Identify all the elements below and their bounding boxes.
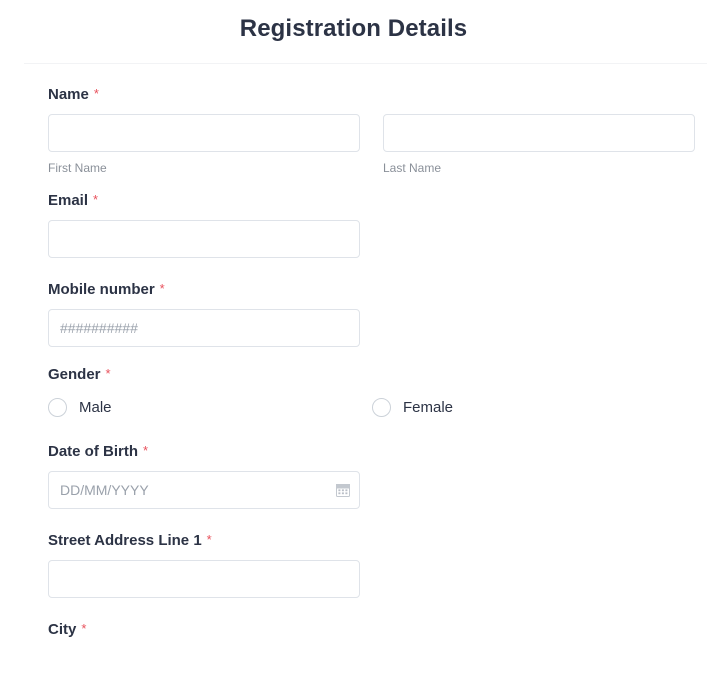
street-columns xyxy=(48,560,707,598)
label-gender: Gender * xyxy=(48,366,111,383)
dob-column xyxy=(48,471,360,509)
field-city: City * xyxy=(0,620,707,639)
first-name-input[interactable] xyxy=(48,114,360,152)
registration-form-card: Registration Details Name * First Name La… xyxy=(0,0,707,677)
label-name: Name * xyxy=(48,86,99,103)
email-field[interactable] xyxy=(48,220,360,258)
form-header: Registration Details xyxy=(0,0,707,63)
mobile-number-input[interactable] xyxy=(48,309,360,347)
gender-option-female-label: Female xyxy=(403,399,454,416)
required-asterisk: * xyxy=(93,192,99,207)
label-mobile-number: Mobile number * xyxy=(48,281,165,298)
name-columns: First Name Last Name xyxy=(48,114,707,175)
gender-radio-group: Male Female xyxy=(48,398,707,417)
required-asterisk: * xyxy=(206,532,212,547)
last-name-input[interactable] xyxy=(383,114,695,152)
header-divider xyxy=(24,63,707,64)
label-date-of-birth: Date of Birth * xyxy=(48,443,149,460)
required-asterisk: * xyxy=(105,366,111,381)
form-body: Name * First Name Last Name Email * Mobi… xyxy=(0,63,707,639)
date-input-wrapper xyxy=(48,471,360,509)
gender-option-male[interactable]: Male xyxy=(48,398,372,417)
street-column xyxy=(48,560,360,598)
email-columns xyxy=(48,220,707,258)
street-address-line-1-input[interactable] xyxy=(48,560,360,598)
gender-option-female[interactable]: Female xyxy=(372,398,696,417)
label-email: Email * xyxy=(48,192,99,209)
last-name-sublabel: Last Name xyxy=(383,161,442,175)
last-name-column: Last Name xyxy=(383,114,695,175)
page-title: Registration Details xyxy=(239,15,468,43)
first-name-column: First Name xyxy=(48,114,360,175)
required-asterisk: * xyxy=(143,443,149,458)
field-street-address-line-1: Street Address Line 1 * xyxy=(0,531,707,598)
radio-circle-icon[interactable] xyxy=(48,398,67,417)
dob-columns xyxy=(48,471,707,509)
mobile-column xyxy=(48,309,360,347)
gender-option-male-label: Male xyxy=(79,399,112,416)
field-date-of-birth: Date of Birth * xyxy=(0,442,707,509)
date-of-birth-input[interactable] xyxy=(48,471,360,509)
field-mobile-number: Mobile number * xyxy=(0,280,707,347)
label-street-address-line-1: Street Address Line 1 * xyxy=(48,532,212,549)
first-name-sublabel: First Name xyxy=(48,161,107,175)
field-name: Name * First Name Last Name xyxy=(0,85,707,175)
mobile-columns xyxy=(48,309,707,347)
required-asterisk: * xyxy=(81,621,87,636)
label-city: City * xyxy=(48,621,87,638)
required-asterisk: * xyxy=(93,86,99,101)
field-gender: Gender * Male Female xyxy=(0,365,707,417)
radio-circle-icon[interactable] xyxy=(372,398,391,417)
email-column xyxy=(48,220,360,258)
field-email: Email * xyxy=(0,191,707,258)
required-asterisk: * xyxy=(159,281,165,296)
